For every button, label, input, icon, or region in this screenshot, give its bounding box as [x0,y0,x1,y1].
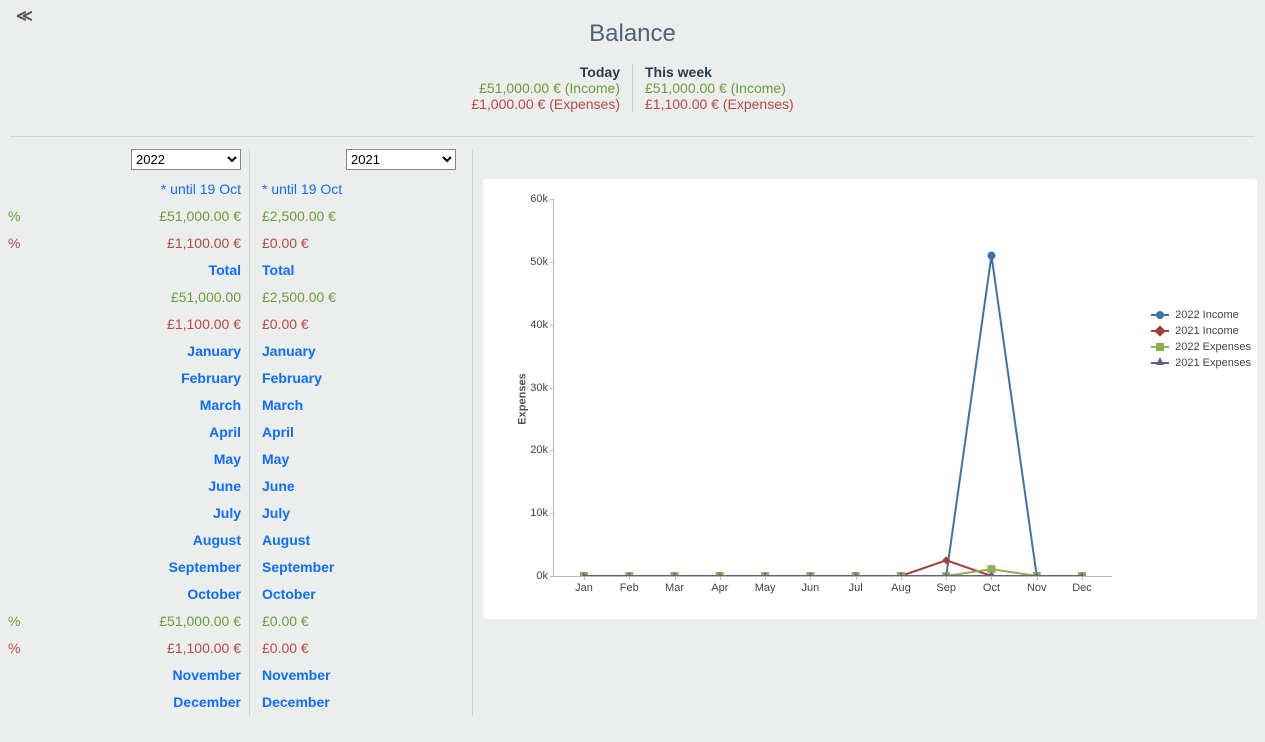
month-link[interactable]: November [262,662,456,689]
y-tick-label: 20k [512,444,548,456]
ytd-note-a: * until 19 Oct [34,176,241,203]
month-link[interactable]: September [34,554,241,581]
total-income-b: £2,500.00 € [262,284,456,311]
balance-chart: Expenses 0k10k20k30k40k50k60kJanFebMarAp… [483,179,1257,619]
month-link[interactable]: April [34,419,241,446]
pct-oct-income: % [8,608,24,635]
x-tick-label: Feb [620,582,639,594]
today-expenses: £1,000.00 € (Expenses) [471,96,620,112]
month-link[interactable]: February [34,365,241,392]
collapse-icon[interactable]: ≪ [16,6,33,26]
y-tick-label: 30k [512,382,548,394]
x-tick-label: Jan [575,582,593,594]
month-link[interactable]: July [34,500,241,527]
x-tick-label: Nov [1027,582,1047,594]
x-tick-label: Jun [801,582,819,594]
month-link[interactable]: June [262,473,456,500]
y-tick-label: 0k [512,570,548,582]
legend-label: 2022 Expenses [1175,341,1251,353]
month-link[interactable]: August [34,527,241,554]
x-tick-label: Oct [983,582,1000,594]
oct-expenses-b: £0.00 € [262,635,456,662]
total-hdr-b[interactable]: Total [262,257,456,284]
today-income: £51,000.00 € (Income) [471,80,620,96]
month-link[interactable]: December [34,689,241,716]
pct-ytd-expenses: % [8,230,24,257]
legend-label: 2022 Income [1175,309,1239,321]
summary: Today £51,000.00 € (Income) £1,000.00 € … [0,64,1265,112]
week-expenses: £1,100.00 € (Expenses) [645,96,794,112]
ytd-expenses-a: £1,100.00 € [34,230,241,257]
month-link[interactable]: October [34,581,241,608]
month-link[interactable]: January [34,338,241,365]
month-link[interactable]: May [34,446,241,473]
y-tick-label: 10k [512,507,548,519]
ytd-note-b: * until 19 Oct [262,176,456,203]
total-income-a: £51,000.00 [34,284,241,311]
y-tick-label: 40k [512,319,548,331]
oct-expenses-a: £1,100.00 € [34,635,241,662]
month-link[interactable]: January [262,338,456,365]
y-tick-label: 60k [512,193,548,205]
ytd-income-a: £51,000.00 € [34,203,241,230]
x-tick-label: Apr [711,582,728,594]
x-tick-label: Aug [891,582,911,594]
total-expenses-a: £1,100.00 € [34,311,241,338]
month-link[interactable]: October [262,581,456,608]
month-link[interactable]: April [262,419,456,446]
ytd-expenses-b: £0.00 € [262,230,456,257]
month-link[interactable]: February [262,365,456,392]
total-expenses-b: £0.00 € [262,311,456,338]
oct-income-a: £51,000.00 € [34,608,241,635]
month-link[interactable]: March [262,392,456,419]
chart-legend: 2022 Income 2021 Income 2022 Expenses 2021 … [1151,309,1251,373]
year-select-b[interactable]: 2021 [346,149,456,170]
month-link[interactable]: December [262,689,456,716]
legend-item[interactable]: 2021 Expenses [1151,357,1251,369]
year-select-a[interactable]: 2022 [131,149,241,170]
month-link[interactable]: September [262,554,456,581]
pct-oct-expenses: % [8,635,24,662]
page-title: Balance [0,0,1265,48]
month-link[interactable]: June [34,473,241,500]
x-tick-label: Dec [1072,582,1092,594]
month-link[interactable]: May [262,446,456,473]
legend-item[interactable]: 2022 Income [1151,309,1251,321]
legend-label: 2021 Expenses [1175,357,1251,369]
week-label: This week [645,64,794,80]
total-hdr-a[interactable]: Total [34,257,241,284]
month-link[interactable]: November [34,662,241,689]
x-tick-label: Jul [849,582,863,594]
x-tick-label: Sep [936,582,956,594]
month-link[interactable]: July [262,500,456,527]
today-label: Today [471,64,620,80]
year-col-b: 2021 * until 19 Oct £2,500.00 € £0.00 € … [249,149,464,716]
x-tick-label: May [755,582,776,594]
week-income: £51,000.00 € (Income) [645,80,794,96]
year-col-a: 2022 * until 19 Oct £51,000.00 € £1,100.… [34,149,249,716]
legend-item[interactable]: 2022 Expenses [1151,341,1251,353]
legend-label: 2021 Income [1175,325,1239,337]
ytd-income-b: £2,500.00 € [262,203,456,230]
month-link[interactable]: March [34,392,241,419]
pct-ytd-income: % [8,203,24,230]
x-tick-label: Mar [665,582,684,594]
legend-item[interactable]: 2021 Income [1151,325,1251,337]
oct-income-b: £0.00 € [262,608,456,635]
month-link[interactable]: August [262,527,456,554]
pct-gutter: % % % % [0,149,24,716]
y-tick-label: 50k [512,256,548,268]
